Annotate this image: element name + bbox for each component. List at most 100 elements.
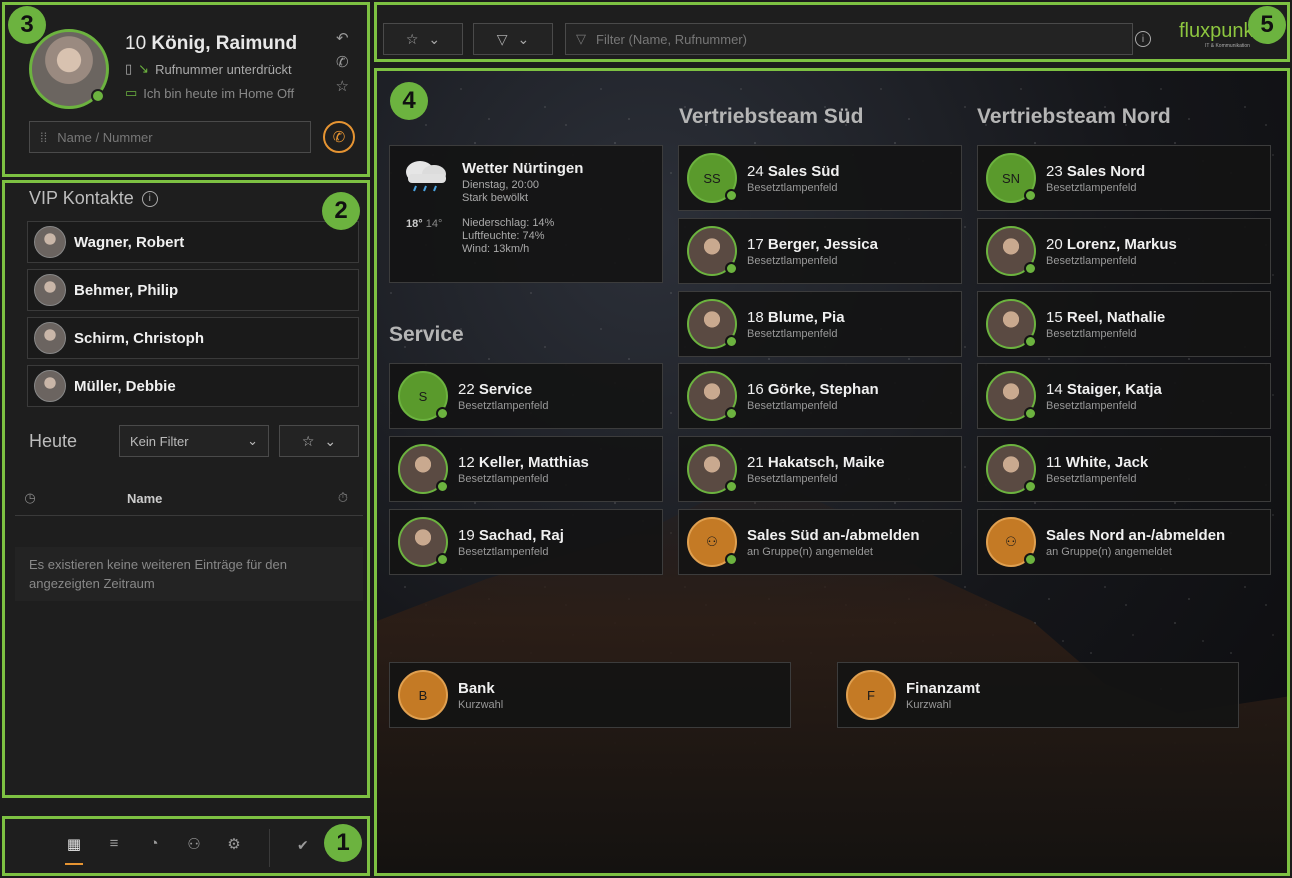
avatar (687, 371, 738, 421)
card-sub: Besetztlampenfeld (1046, 399, 1137, 412)
card-sub: Besetztlampenfeld (458, 399, 549, 412)
blf-card[interactable]: 16 Görke, Stephan Besetztlampenfeld (678, 363, 962, 429)
vip-item[interactable]: Müller, Debbie (27, 365, 359, 407)
list-icon[interactable]: ≡ (105, 835, 123, 853)
card-sub: Besetztlampenfeld (747, 327, 838, 340)
presence-dot (725, 262, 738, 275)
group-login-card-nord[interactable]: ⚇ Sales Nord an-/abmelden an Gruppe(n) an… (977, 509, 1271, 575)
vip-item[interactable]: Wagner, Robert (27, 221, 359, 263)
star-icon[interactable]: ☆ (336, 77, 349, 95)
card-sub: Besetztlampenfeld (458, 472, 549, 485)
chevron-down-icon: ⌄ (517, 30, 530, 47)
clock-icon[interactable]: ◷ (15, 490, 45, 506)
avatar (34, 370, 66, 402)
dial-search-input[interactable]: ⁞⁞ Name / Nummer (29, 121, 311, 153)
top-toolbar: ☆ ⌄ ▽ ⌄ ▽ Filter (Name, Rufnummer) i flu… (374, 2, 1290, 62)
user-extension: 10 (125, 33, 147, 54)
presence-dot (725, 189, 738, 202)
card-name: White, Jack (1065, 453, 1149, 471)
card-name: Hakatsch, Maike (767, 453, 885, 471)
call-button[interactable]: ✆ (323, 121, 355, 153)
card-name: Lorenz, Markus (1066, 235, 1177, 253)
star-list-icon: ☆ (405, 30, 419, 47)
card-ext: 15 (1046, 308, 1063, 326)
user-name: 10 König, Raimund (125, 33, 297, 55)
blf-card[interactable]: 12 Keller, Matthias Besetztlampenfeld (389, 436, 663, 502)
avatar: SN (986, 153, 1037, 203)
blf-grid-icon[interactable]: ▦ (65, 835, 83, 865)
card-name: Sachad, Raj (478, 526, 564, 544)
favorites-filter-button[interactable]: ☆ ⌄ (279, 425, 359, 457)
info-icon[interactable]: i (141, 190, 158, 207)
undo-icon[interactable]: ↶ (336, 29, 349, 47)
avatar (986, 226, 1037, 276)
status-message-row[interactable]: ▭ Ich bin heute im Home Off (125, 85, 294, 101)
dialpad-icon: ⁞⁞ (40, 129, 48, 145)
weather-wind: Wind: 13km/h (462, 243, 530, 255)
group-login-card-sued[interactable]: ⚇ Sales Süd an-/abmelden an Gruppe(n) ang… (678, 509, 962, 575)
blf-card[interactable]: 14 Staiger, Katja Besetztlampenfeld (977, 363, 1271, 429)
card-ext: 12 (458, 453, 475, 471)
blf-card[interactable]: 11 White, Jack Besetztlampenfeld (977, 436, 1271, 502)
column-name[interactable]: Name (45, 491, 323, 506)
group-title-nord: Vertriebsteam Nord (977, 105, 1171, 128)
history-filter-select[interactable]: Kein Filter ⌄ (119, 425, 269, 457)
dial-search-placeholder: Name / Nummer (57, 129, 153, 145)
today-label: Heute (29, 430, 78, 451)
vip-item[interactable]: Schirm, Christoph (27, 317, 359, 359)
funnel-icon: ▽ (576, 31, 586, 46)
speed-dial-card-finanzamt[interactable]: F Finanzamt Kurzwahl (837, 662, 1239, 728)
info-icon[interactable]: i (1135, 31, 1151, 47)
blf-card[interactable]: 20 Lorenz, Markus Besetztlampenfeld (977, 218, 1271, 284)
blf-card[interactable]: 19 Sachad, Raj Besetztlampenfeld (389, 509, 663, 575)
filter-dropdown-button[interactable]: ▽ ⌄ (473, 23, 553, 55)
avatar-initials: SN (1001, 170, 1021, 186)
weather-date: Dienstag, 20:00 (462, 179, 540, 191)
avatar-initials: S (418, 388, 428, 404)
temp-low: 14° (425, 218, 443, 230)
card-ext: 16 (747, 380, 764, 398)
badge-1: 1 (324, 824, 362, 862)
favorites-dropdown-button[interactable]: ☆ ⌄ (383, 23, 463, 55)
board-filter-input[interactable]: ▽ Filter (Name, Rufnummer) (565, 23, 1133, 55)
board-filter-placeholder: Filter (Name, Rufnummer) (596, 31, 747, 47)
weather-temp: 18° 14° (406, 218, 442, 230)
blf-card[interactable]: 18 Blume, Pia Besetztlampenfeld (678, 291, 962, 357)
weather-humidity: Luftfeuchte: 74% (462, 230, 545, 242)
badge-2: 2 (322, 192, 360, 230)
card-name: Staiger, Katja (1066, 380, 1162, 398)
blf-card-service[interactable]: S 22 Service Besetztlampenfeld (389, 363, 663, 429)
blf-card[interactable]: 21 Hakatsch, Maike Besetztlampenfeld (678, 436, 962, 502)
avatar (398, 517, 449, 567)
avatar (34, 274, 66, 306)
statistics-icon[interactable]: ◔ (145, 835, 163, 853)
presence-dot (1024, 553, 1037, 566)
card-ext: 18 (747, 308, 764, 326)
avatar (986, 444, 1037, 494)
card-name: Sales Süd (767, 162, 840, 180)
vip-item[interactable]: Behmer, Philip (27, 269, 359, 311)
gear-icon[interactable]: ⚙ (225, 835, 243, 853)
vip-item-name: Behmer, Philip (74, 281, 179, 299)
call-forward-icon[interactable]: ✆ (336, 53, 349, 71)
checkmark-icon[interactable]: ✔ (297, 837, 309, 854)
card-ext: 14 (1046, 380, 1063, 398)
chevron-down-icon: ⌄ (247, 433, 258, 448)
blf-card-sales-sued[interactable]: SS 24 Sales Süd Besetztlampenfeld (678, 145, 962, 211)
group-title-sued: Vertriebsteam Süd (679, 105, 864, 128)
weather-widget: 18° 14° Wetter Nürtingen Dienstag, 20:00… (389, 145, 663, 283)
vip-title-text: VIP Kontakte (29, 188, 134, 208)
bottom-nav: ▦ ≡ ◔ ⚇ ⚙ ✔ (2, 816, 370, 876)
blf-card[interactable]: 15 Reel, Nathalie Besetztlampenfeld (977, 291, 1271, 357)
badge-5: 5 (1248, 6, 1286, 44)
card-name: Reel, Nathalie (1066, 308, 1166, 326)
status-message-text: Ich bin heute im Home Off (143, 85, 295, 101)
card-sub: Besetztlampenfeld (747, 399, 838, 412)
speed-dial-card-bank[interactable]: B Bank Kurzwahl (389, 662, 791, 728)
groups-icon[interactable]: ⚇ (185, 835, 203, 853)
timer-icon[interactable]: ⏱ (323, 490, 363, 506)
blf-board: Vertriebsteam Süd Vertriebsteam Nord Ser… (374, 68, 1290, 876)
blf-card[interactable]: 17 Berger, Jessica Besetztlampenfeld (678, 218, 962, 284)
blf-card-sales-nord[interactable]: SN 23 Sales Nord Besetztlampenfeld (977, 145, 1271, 211)
avatar: F (846, 670, 896, 720)
